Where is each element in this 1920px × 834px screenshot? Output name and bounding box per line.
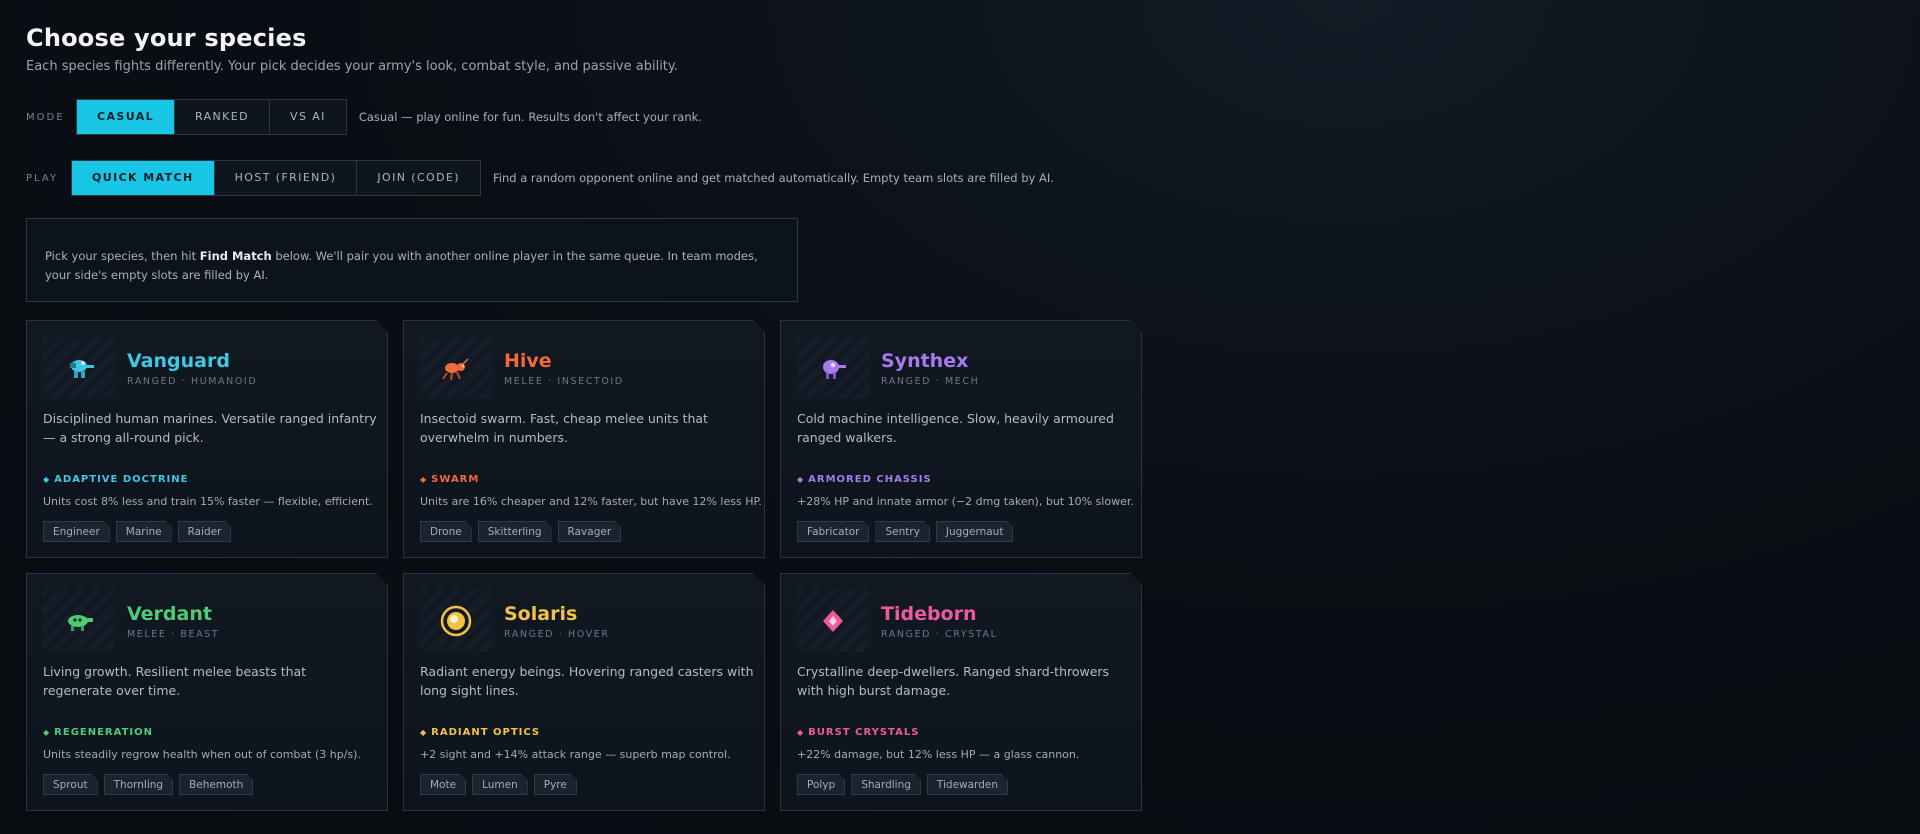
species-description: Radiant energy beings. Hovering ranged c… (420, 664, 754, 698)
unit-tags: Fabricator Sentry Juggernaut (797, 521, 1013, 542)
species-select-screen: Choose your species Each species fights … (26, 22, 1146, 76)
marine-icon (43, 337, 115, 399)
page-subtitle: Each species fights differently. Your pi… (26, 59, 678, 74)
species-name: Tideborn (881, 603, 977, 625)
mode-description: Casual — play online for fun. Results do… (358, 110, 702, 124)
unit-tag: Lumen (472, 774, 528, 795)
species-trait-label: REGENERATION (54, 727, 154, 738)
species-description: Crystalline deep-dwellers. Ranged shard-… (797, 664, 1110, 698)
unit-tag: Fabricator (797, 521, 869, 542)
diamond-icon: ◆ (43, 475, 51, 484)
play-selector: QUICK MATCH HOST (FRIEND) JOIN (CODE) (71, 160, 481, 196)
insect-icon (420, 337, 492, 399)
species-trait-label: BURST CRYSTALS (808, 727, 920, 738)
crystal-icon (797, 590, 869, 652)
species-trait-description: Units are 16% cheaper and 12% faster, bu… (420, 495, 762, 508)
species-trait: ◆ RADIANT OPTICS (420, 727, 540, 738)
species-description: Living growth. Resilient melee beasts th… (43, 664, 307, 698)
species-description: Disciplined human marines. Versatile ran… (43, 411, 377, 445)
info-panel: Pick your species, then hit Find Match b… (26, 218, 798, 302)
species-name: Hive (504, 350, 552, 372)
diamond-icon: ◆ (43, 728, 51, 737)
unit-tag: Polyp (797, 774, 845, 795)
sun-orb-icon (420, 590, 492, 652)
unit-tag: Shardling (851, 774, 921, 795)
unit-tags: Mote Lumen Pyre (420, 774, 577, 795)
species-type: MELEE · BEAST (127, 629, 220, 640)
unit-tags: Engineer Marine Raider (43, 521, 231, 542)
species-type: MELEE · INSECTOID (504, 376, 624, 387)
species-trait-label: RADIANT OPTICS (431, 727, 541, 738)
species-name: Synthex (881, 350, 969, 372)
unit-tag: Juggernaut (936, 521, 1014, 542)
info-text-prefix: Pick your species, then hit (45, 249, 200, 263)
mode-casual-button[interactable]: CASUAL (77, 100, 176, 134)
unit-tag: Mote (420, 774, 466, 795)
species-card-synthex[interactable]: Synthex RANGED · MECH Cold machine intel… (780, 320, 1142, 558)
diamond-icon: ◆ (420, 728, 428, 737)
mode-vs-ai-button[interactable]: VS AI (270, 100, 346, 134)
unit-tag: Drone (420, 521, 472, 542)
play-quick-match-button[interactable]: QUICK MATCH (72, 161, 215, 195)
species-card-vanguard[interactable]: Vanguard RANGED · HUMANOID Disciplined h… (26, 320, 388, 558)
species-card-tideborn[interactable]: Tideborn RANGED · CRYSTAL Crystalline de… (780, 573, 1142, 811)
species-type: RANGED · HUMANOID (127, 376, 258, 387)
species-trait-description: +2 sight and +14% attack range — superb … (420, 748, 731, 761)
info-find-match-highlight: Find Match (199, 249, 272, 263)
diamond-icon: ◆ (797, 728, 805, 737)
species-trait-label: SWARM (431, 474, 480, 485)
unit-tag: Raider (178, 521, 232, 542)
play-host-friend-button[interactable]: HOST (FRIEND) (214, 161, 358, 195)
unit-tag: Tidewarden (927, 774, 1008, 795)
species-trait-label: ARMORED CHASSIS (808, 474, 932, 485)
unit-tag: Pyre (534, 774, 577, 795)
mode-ranked-button[interactable]: RANKED (175, 100, 271, 134)
mode-row: MODE CASUAL RANKED VS AI Casual — play o… (26, 99, 702, 135)
unit-tags: Drone Skitterling Ravager (420, 521, 621, 542)
beast-icon (43, 590, 115, 652)
species-trait-description: Units cost 8% less and train 15% faster … (43, 495, 373, 508)
unit-tag: Thornling (104, 774, 173, 795)
species-trait: ◆ BURST CRYSTALS (797, 727, 919, 738)
species-description: Cold machine intelligence. Slow, heavily… (797, 411, 1114, 445)
species-card-hive[interactable]: Hive MELEE · INSECTOID Insectoid swarm. … (403, 320, 765, 558)
species-type: RANGED · HOVER (504, 629, 610, 640)
play-join-code-button[interactable]: JOIN (CODE) (357, 161, 480, 195)
play-row: PLAY QUICK MATCH HOST (FRIEND) JOIN (COD… (26, 160, 1054, 196)
unit-tag: Ravager (558, 521, 622, 542)
species-trait-description: +28% HP and innate armor (−2 dmg taken),… (797, 495, 1134, 508)
mech-icon (797, 337, 869, 399)
species-card-verdant[interactable]: Verdant MELEE · BEAST Living growth. Res… (26, 573, 388, 811)
unit-tag: Sentry (875, 521, 929, 542)
mode-selector: CASUAL RANKED VS AI (76, 99, 347, 135)
unit-tag: Behemoth (179, 774, 253, 795)
mode-label: MODE (26, 111, 65, 123)
species-trait: ◆ ADAPTIVE DOCTRINE (43, 474, 188, 485)
species-type: RANGED · CRYSTAL (881, 629, 998, 640)
unit-tag: Skitterling (478, 521, 552, 542)
unit-tag: Engineer (43, 521, 110, 542)
diamond-icon: ◆ (420, 475, 428, 484)
unit-tag: Sprout (43, 774, 98, 795)
unit-tags: Sprout Thornling Behemoth (43, 774, 253, 795)
species-trait: ◆ REGENERATION (43, 727, 153, 738)
species-type: RANGED · MECH (881, 376, 980, 387)
page-title: Choose your species (26, 24, 307, 52)
unit-tags: Polyp Shardling Tidewarden (797, 774, 1008, 795)
species-name: Solaris (504, 603, 578, 625)
play-label: PLAY (26, 172, 59, 184)
species-name: Verdant (127, 603, 212, 625)
diamond-icon: ◆ (797, 475, 805, 484)
species-trait: ◆ ARMORED CHASSIS (797, 474, 932, 485)
play-description: Find a random opponent online and get ma… (493, 171, 1054, 185)
species-name: Vanguard (127, 350, 230, 372)
unit-tag: Marine (116, 521, 172, 542)
species-trait-label: ADAPTIVE DOCTRINE (54, 474, 189, 485)
species-description: Insectoid swarm. Fast, cheap melee units… (420, 411, 708, 445)
species-trait-description: +22% damage, but 12% less HP — a glass c… (797, 748, 1080, 761)
species-trait: ◆ SWARM (420, 474, 479, 485)
species-card-solaris[interactable]: Solaris RANGED · HOVER Radiant energy be… (403, 573, 765, 811)
species-trait-description: Units steadily regrow health when out of… (43, 748, 361, 761)
